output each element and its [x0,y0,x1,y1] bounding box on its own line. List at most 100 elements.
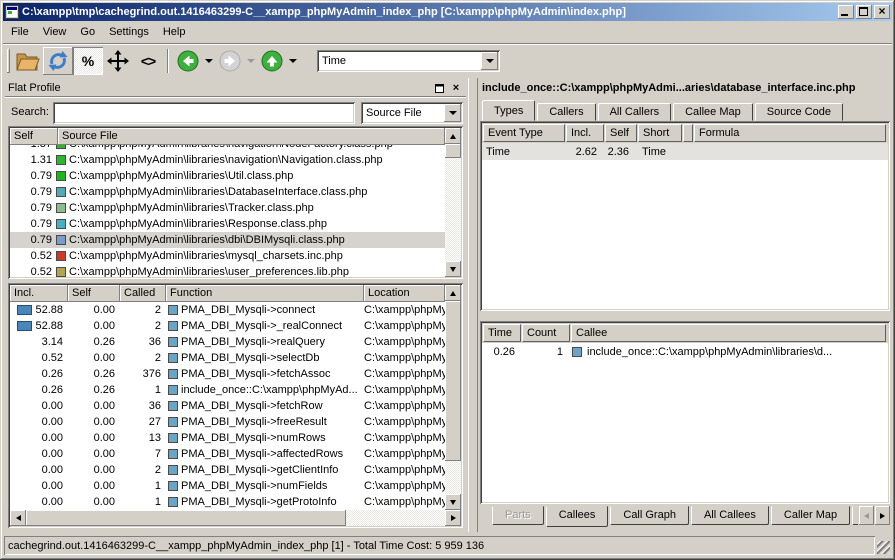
file-row[interactable]: 0.52 C:\xampp\phpMyAdmin\libraries\mysql… [10,248,445,264]
scroll-right-button[interactable] [445,510,461,526]
function-list-vscrollbar[interactable] [445,285,461,510]
event-type-row[interactable]: Time 2.62 2.36 Time [482,143,888,160]
detail-tab[interactable]: Callee Map [673,103,753,121]
title-bar[interactable]: C:\xampp\tmp\cachegrind.out.1416463299-C… [3,3,892,21]
column-header-event-type[interactable]: Event Type [483,124,565,142]
detail-tab[interactable]: Types [482,100,535,121]
function-row[interactable]: 0.00 0.00 2 PMA_DBI_Mysqli->getClientInf… [10,462,445,478]
function-row[interactable]: 0.00 0.00 7 PMA_DBI_Mysqli->affectedRows… [10,446,445,462]
event-type-dropdown-button[interactable] [481,52,498,70]
back-button[interactable] [173,47,203,75]
panel-splitter[interactable] [468,78,478,532]
detail-bottom-tab[interactable]: All Callees [691,506,769,525]
file-row[interactable]: 1.31 C:\xampp\phpMyAdmin\libraries\navig… [10,152,445,168]
scrollbar-thumb[interactable] [26,510,346,526]
column-header-callee[interactable]: Callee [571,324,886,342]
up-button[interactable] [257,47,287,75]
column-header-self[interactable]: Self [68,285,120,302]
scrollbar-thumb[interactable] [445,301,461,461]
detail-tab[interactable]: Callers [537,103,595,121]
column-header-count[interactable]: Count [522,324,570,342]
dock-close-button[interactable]: × [449,82,463,95]
function-row[interactable]: 52.88 0.00 2 PMA_DBI_Mysqli->connect C:\… [10,302,445,318]
dock-title-bar[interactable]: Flat Profile × [5,80,466,97]
shorten-templates-button[interactable]: <> [133,47,163,75]
column-header-incl[interactable]: Incl. [566,124,604,142]
open-file-button[interactable] [13,47,43,75]
menu-item[interactable]: Help [156,23,193,41]
minimize-button[interactable] [838,5,854,19]
function-row[interactable]: 0.52 0.00 2 PMA_DBI_Mysqli->selectDb C:\… [10,350,445,366]
function-row[interactable]: 0.26 0.26 376 PMA_DBI_Mysqli->fetchAssoc… [10,366,445,382]
forward-button[interactable] [215,47,245,75]
function-list-hscrollbar[interactable] [10,510,461,526]
column-header-function[interactable]: Function [166,285,364,302]
tabs-scroll-right-button[interactable] [875,506,890,525]
menu-item[interactable]: Settings [102,23,156,41]
function-row[interactable]: 0.00 0.00 27 PMA_DBI_Mysqli->freeResult … [10,414,445,430]
forward-history-dropdown[interactable] [245,47,257,75]
file-row[interactable]: 0.79 C:\xampp\phpMyAdmin\libraries\Track… [10,200,445,216]
detail-bottom-tab[interactable]: Parts [492,506,544,525]
scrollbar-track[interactable] [346,510,445,526]
detail-bottom-tab[interactable]: Machine [852,506,858,525]
group-by-selector[interactable]: Source File [361,102,463,124]
file-row[interactable]: 0.52 C:\xampp\phpMyAdmin\libraries\user_… [10,264,445,277]
function-row[interactable]: 0.26 0.26 1 include_once::C:\xampp\phpMy… [10,382,445,398]
tabs-scroll-left-button[interactable] [859,506,874,525]
detail-tab[interactable]: All Callers [598,103,672,121]
file-row[interactable]: 0.79 C:\xampp\phpMyAdmin\libraries\Datab… [10,184,445,200]
scroll-up-button[interactable] [445,285,461,301]
column-header-source-file[interactable]: Source File [58,128,445,145]
scroll-up-button[interactable] [445,128,461,144]
column-header-formula[interactable]: Formula [694,124,886,142]
file-row[interactable]: 0.79 C:\xampp\phpMyAdmin\libraries\Util.… [10,168,445,184]
function-row[interactable]: 0.00 0.00 1 PMA_DBI_Mysqli->numFields C:… [10,478,445,494]
column-header-incl[interactable]: Incl. [10,285,68,302]
maximize-button[interactable] [856,5,872,19]
scrollbar-thumb[interactable] [445,144,461,158]
detail-bottom-tab[interactable]: Call Graph [610,506,689,525]
column-header-self[interactable]: Self [605,124,637,142]
event-type-selector[interactable]: Time [317,50,500,72]
function-call-count: 2 [120,464,166,476]
menu-item[interactable]: Go [73,23,102,41]
scroll-down-button[interactable] [445,261,461,277]
scrollbar-track[interactable] [445,461,461,494]
resize-grip[interactable] [877,541,890,554]
function-row[interactable]: 0.00 0.00 1 PMA_DBI_Mysqli->getProtoInfo… [10,494,445,510]
function-row[interactable]: 0.00 0.00 13 PMA_DBI_Mysqli->numRows C:\… [10,430,445,446]
function-row[interactable]: 3.14 0.26 36 PMA_DBI_Mysqli->realQuery C… [10,334,445,350]
detail-bottom-tab[interactable]: Callees [546,506,609,527]
column-header-time[interactable]: Time [483,324,521,342]
callee-row[interactable]: 0.26 1 include_once::C:\xampp\phpMyAdmin… [482,343,888,360]
column-header-short[interactable]: Short [638,124,682,142]
search-input[interactable] [53,102,355,124]
toolbar-grip[interactable] [7,49,10,73]
menu-item[interactable]: File [4,23,36,41]
menu-item[interactable]: View [36,23,74,41]
detail-tab[interactable]: Source Code [755,103,843,121]
scroll-left-button[interactable] [10,510,26,526]
column-header-location[interactable]: Location [364,285,445,302]
back-history-dropdown[interactable] [203,47,215,75]
relative-cost-button[interactable] [103,47,133,75]
file-list-vscrollbar[interactable] [445,128,461,277]
column-header-blank[interactable] [683,124,693,142]
group-by-dropdown-button[interactable] [444,104,461,122]
file-row[interactable]: 0.79 C:\xampp\phpMyAdmin\libraries\Respo… [10,216,445,232]
function-row[interactable]: 0.00 0.00 36 PMA_DBI_Mysqli->fetchRow C:… [10,398,445,414]
scrollbar-track[interactable] [445,158,461,261]
close-button[interactable]: × [874,5,890,19]
detail-bottom-tab[interactable]: Caller Map [771,506,850,525]
file-row[interactable]: 1.37 C:\xampp\phpMyAdmin\libraries\navig… [10,145,445,152]
file-row[interactable]: 0.79 C:\xampp\phpMyAdmin\libraries\dbi\D… [10,232,445,248]
column-header-called[interactable]: Called [120,285,166,302]
reload-button[interactable] [43,47,73,75]
column-header-self[interactable]: Self [10,128,58,145]
percent-toggle-button[interactable]: % [73,47,103,75]
scroll-down-button[interactable] [445,494,461,510]
up-history-dropdown[interactable] [287,47,299,75]
dock-float-button[interactable] [432,82,446,95]
function-row[interactable]: 52.88 0.00 2 PMA_DBI_Mysqli->_realConnec… [10,318,445,334]
